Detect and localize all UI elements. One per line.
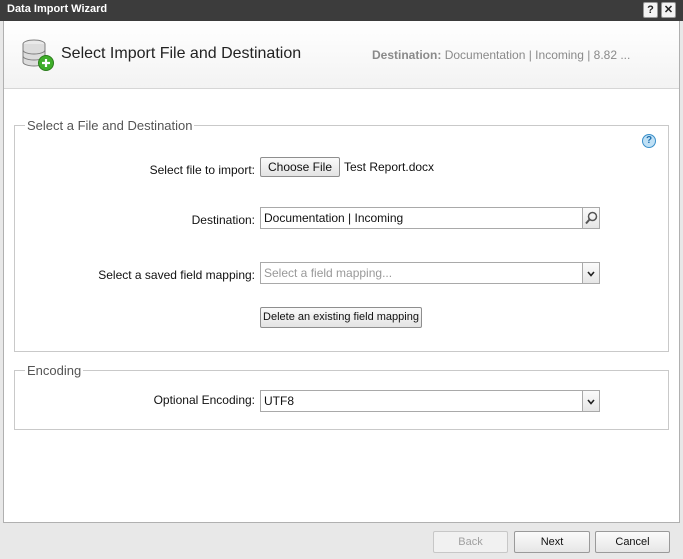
encoding-select[interactable]: UTF8	[260, 390, 600, 412]
delete-field-mapping-button[interactable]: Delete an existing field mapping	[260, 307, 422, 328]
search-icon	[585, 211, 598, 225]
cancel-button[interactable]: Cancel	[595, 531, 670, 553]
close-icon[interactable]: ✕	[661, 2, 676, 18]
wizard-header: Select Import File and Destination Desti…	[4, 21, 679, 89]
destination-field[interactable]: Documentation | Incoming	[260, 207, 600, 229]
field-mapping-label: Select a saved field mapping:	[98, 268, 255, 282]
chevron-down-icon	[587, 399, 595, 405]
field-mapping-placeholder: Select a field mapping...	[264, 266, 393, 280]
field-mapping-dropdown-button[interactable]	[582, 262, 600, 284]
choose-file-button[interactable]: Choose File	[260, 157, 340, 177]
field-mapping-select[interactable]: Select a field mapping...	[260, 262, 600, 284]
database-add-icon	[22, 39, 54, 71]
help-icon[interactable]: ?	[643, 2, 658, 18]
file-destination-legend: Select a File and Destination	[25, 118, 195, 133]
window-titlebar: Data Import Wizard ? ✕	[0, 0, 683, 21]
next-button[interactable]: Next	[514, 531, 590, 553]
destination-field-value: Documentation | Incoming	[264, 211, 404, 225]
encoding-legend: Encoding	[25, 363, 84, 378]
header-destination: Destination: Documentation | Incoming | …	[372, 48, 630, 62]
back-button[interactable]: Back	[433, 531, 508, 553]
page-title: Select Import File and Destination	[61, 45, 302, 62]
file-label: Select file to import:	[149, 163, 255, 177]
encoding-value: UTF8	[264, 394, 294, 408]
encoding-label: Optional Encoding:	[153, 393, 255, 407]
destination-search-button[interactable]	[582, 207, 600, 229]
destination-label: Destination:	[191, 213, 255, 227]
header-destination-label: Destination:	[372, 48, 442, 62]
selected-file-name: Test Report.docx	[344, 160, 435, 174]
section-help-icon[interactable]: ?	[642, 134, 656, 148]
window-title: Data Import Wizard	[7, 3, 108, 15]
chevron-down-icon	[587, 271, 595, 277]
header-destination-value: Documentation | Incoming | 8.82 ...	[444, 48, 631, 62]
encoding-dropdown-button[interactable]	[582, 390, 600, 412]
